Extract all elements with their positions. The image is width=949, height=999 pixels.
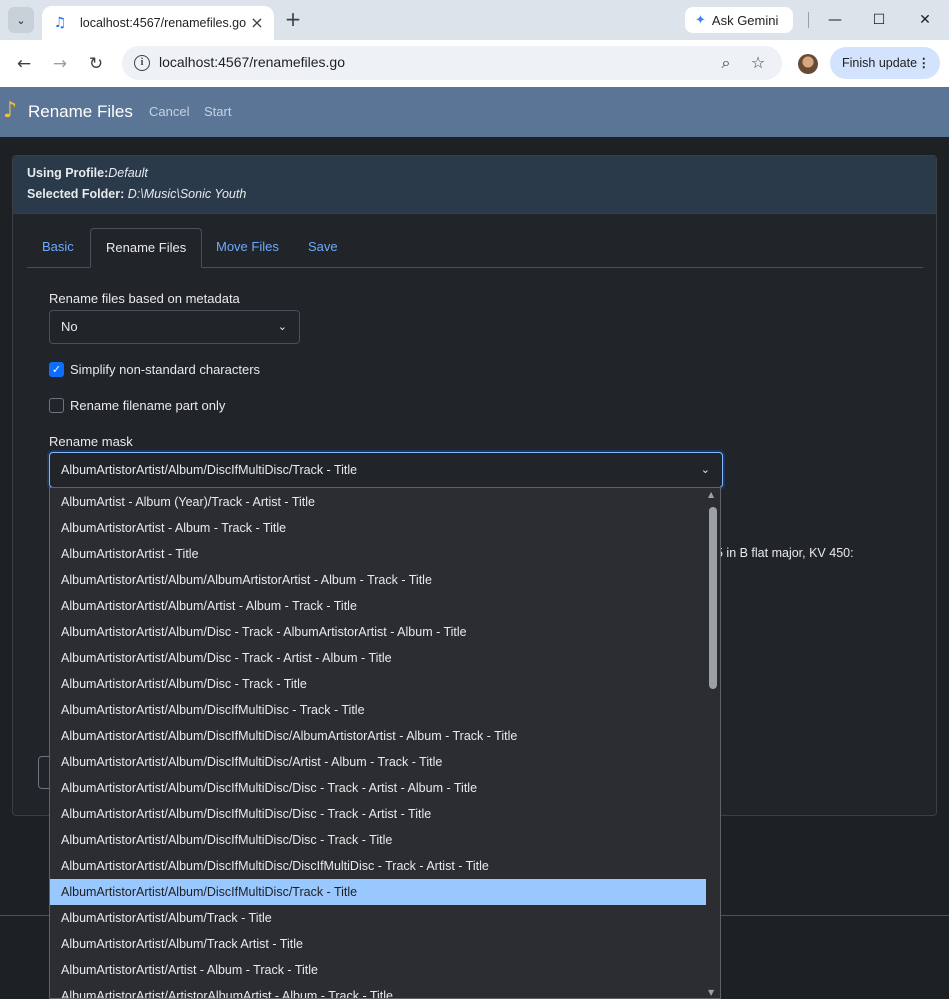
folder-value: D:\Music\Sonic Youth	[127, 187, 247, 201]
chevron-down-icon: ⌄	[277, 321, 287, 333]
start-link[interactable]: Start	[204, 104, 231, 119]
mask-label: Rename mask	[49, 434, 133, 449]
app-title[interactable]: Rename Files	[28, 102, 133, 122]
rename-mask-dropdown[interactable]: AlbumArtistorArtist/ArtistorAlbumArtist …	[49, 487, 721, 999]
dropdown-option[interactable]: AlbumArtistorArtist/Album/DiscIfMultiDis…	[50, 801, 707, 827]
zoom-magnifier-icon[interactable]: ⌕	[716, 53, 736, 73]
tab-basic[interactable]: Basic	[27, 228, 89, 268]
back-arrow-icon[interactable]: ←	[12, 52, 36, 76]
filename-only-checkbox[interactable]	[49, 398, 64, 413]
browser-toolbar: ← → ↻ i localhost:4567/renamefiles.go ⌕ …	[0, 40, 949, 87]
dropdown-option[interactable]: AlbumArtistorArtist/Album/Track - Title	[50, 905, 707, 931]
profile-label: Using Profile:	[27, 166, 109, 180]
tab-title: localhost:4567/renamefiles.go	[80, 16, 247, 30]
dropdown-option[interactable]: AlbumArtistorArtist/Album/Disc - Track -…	[50, 619, 707, 645]
close-window-icon[interactable]: ✕	[910, 8, 940, 32]
dropdown-option[interactable]: AlbumArtistorArtist/ArtistorAlbumArtist …	[50, 983, 707, 998]
site-info-icon[interactable]: i	[134, 55, 150, 71]
filename-only-label[interactable]: Rename filename part only	[70, 398, 225, 413]
profile-line: Using Profile:Default	[27, 166, 148, 180]
tab-move-files[interactable]: Move Files	[201, 228, 294, 268]
maximize-icon[interactable]: ☐	[864, 8, 894, 32]
dropdown-option[interactable]: AlbumArtistorArtist/Album/DiscIfMultiDis…	[50, 723, 707, 749]
dropdown-option[interactable]: AlbumArtistorArtist/Album/DiscIfMultiDis…	[50, 853, 707, 879]
app-navbar: ♪ Rename Files Cancel Start	[0, 87, 949, 137]
metadata-select-value: No	[61, 319, 78, 334]
tabbar-separator	[808, 12, 809, 28]
folder-line: Selected Folder: D:\Music\Sonic Youth	[27, 187, 246, 201]
kebab-menu-icon: ⋮	[917, 56, 931, 70]
forward-arrow-icon[interactable]: →	[48, 52, 72, 76]
dropdown-option[interactable]: AlbumArtistorArtist/Album/Disc - Track -…	[50, 671, 707, 697]
tab-list-chevron-icon[interactable]: ⌄	[8, 7, 34, 33]
dropdown-option[interactable]: AlbumArtistorArtist/Album/DiscIfMultiDis…	[50, 749, 707, 775]
new-tab-plus-icon[interactable]: +	[282, 9, 304, 31]
chevron-down-icon: ⌄	[700, 464, 710, 476]
reload-icon[interactable]: ↻	[84, 52, 108, 76]
finish-update-label: Finish update	[842, 56, 918, 70]
url-text[interactable]: localhost:4567/renamefiles.go	[159, 54, 345, 70]
tab-save[interactable]: Save	[293, 228, 353, 268]
settings-tabs: Basic Rename Files Move Files Save	[27, 228, 923, 268]
dropdown-option[interactable]: AlbumArtistorArtist/Album/DiscIfMultiDis…	[50, 775, 707, 801]
profile-avatar[interactable]	[798, 54, 818, 74]
preview-text: 5 in B flat major, KV 450:	[716, 546, 854, 560]
bookmark-star-icon[interactable]: ☆	[748, 53, 768, 73]
scroll-down-arrow-icon[interactable]: ▼	[708, 988, 714, 997]
address-bar[interactable]: i localhost:4567/renamefiles.go ⌕ ☆	[122, 46, 782, 80]
dropdown-option[interactable]: AlbumArtistorArtist/Artist - Album - Tra…	[50, 957, 707, 983]
rename-mask-select[interactable]: AlbumArtistorArtist/Album/DiscIfMultiDis…	[49, 452, 723, 488]
mask-select-value: AlbumArtistorArtist/Album/DiscIfMultiDis…	[61, 463, 358, 477]
metadata-select[interactable]: No ⌄	[49, 310, 300, 344]
sparkle-icon: ✦	[695, 12, 706, 27]
dropdown-option[interactable]: AlbumArtistorArtist/Album/DiscIfMultiDis…	[50, 697, 707, 723]
browser-tabbar: ⌄ ♫ localhost:4567/renamefiles.go × + ✦ …	[0, 0, 949, 40]
card-header: Using Profile:Default Selected Folder: D…	[13, 156, 936, 214]
simplify-label[interactable]: Simplify non-standard characters	[70, 362, 260, 377]
minimize-icon[interactable]: —	[820, 8, 850, 32]
browser-tab[interactable]: ♫ localhost:4567/renamefiles.go ×	[42, 6, 274, 40]
dropdown-option[interactable]: AlbumArtistorArtist - Title	[50, 541, 707, 567]
dropdown-option[interactable]: AlbumArtistorArtist/Album/DiscIfMultiDis…	[50, 879, 707, 905]
dropdown-option[interactable]: AlbumArtistorArtist/Album/DiscIfMultiDis…	[50, 827, 707, 853]
profile-value: Default	[108, 166, 148, 180]
metadata-label: Rename files based on metadata	[49, 291, 240, 306]
music-note-icon: ♫	[53, 15, 67, 31]
finish-update-button[interactable]: Finish update ⋮	[830, 47, 940, 79]
scroll-up-arrow-icon[interactable]: ▲	[708, 490, 714, 499]
folder-label: Selected Folder:	[27, 187, 125, 201]
ask-gemini-button[interactable]: ✦ Ask Gemini	[685, 7, 793, 33]
close-tab-icon[interactable]: ×	[248, 14, 266, 32]
dropdown-scrollbar[interactable]: ▲ ▼	[706, 488, 720, 998]
scrollbar-thumb[interactable]	[709, 507, 717, 689]
dropdown-option[interactable]: AlbumArtistorArtist/Album/Disc - Track -…	[50, 645, 707, 671]
ask-gemini-label: Ask Gemini	[711, 12, 779, 28]
dropdown-option[interactable]: AlbumArtistorArtist - Album - Track - Ti…	[50, 515, 707, 541]
simplify-checkbox[interactable]: ✓	[49, 362, 64, 377]
dropdown-option[interactable]: AlbumArtist - Album (Year)/Track - Artis…	[50, 489, 707, 515]
tab-rename-files[interactable]: Rename Files	[90, 228, 203, 268]
cancel-link[interactable]: Cancel	[149, 104, 189, 119]
music-note-icon: ♪	[3, 98, 18, 123]
dropdown-option[interactable]: AlbumArtistorArtist/Album/Track Artist -…	[50, 931, 707, 957]
dropdown-option[interactable]: AlbumArtistorArtist/Album/Artist - Album…	[50, 593, 707, 619]
dropdown-option[interactable]: AlbumArtistorArtist/Album/AlbumArtistorA…	[50, 567, 707, 593]
